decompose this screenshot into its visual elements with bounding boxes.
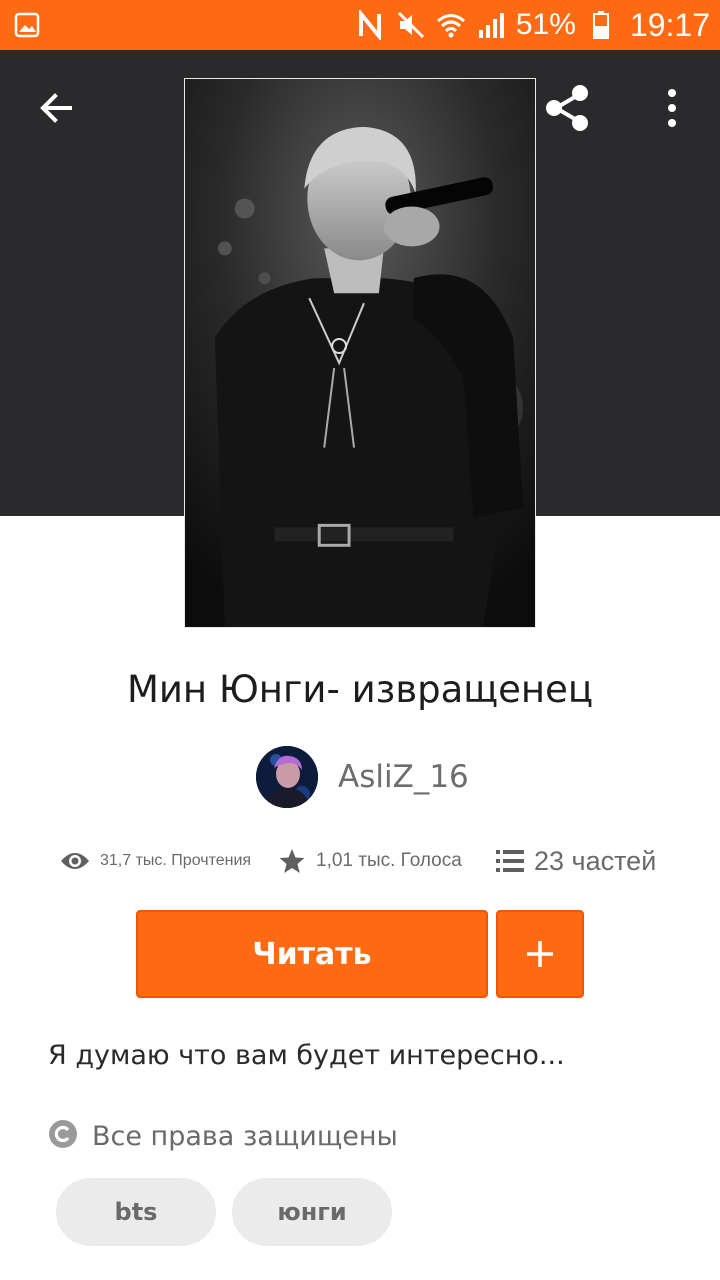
- more-vert-icon: [668, 89, 676, 127]
- list-icon: [496, 849, 524, 873]
- eye-icon: [60, 850, 90, 872]
- avatar[interactable]: [256, 746, 318, 808]
- tag-chip[interactable]: bts: [56, 1178, 216, 1246]
- more-options-button[interactable]: [648, 80, 696, 136]
- story-stats: 31,7 тыс. Прочтения 1,01 тыс. Голоса 23 …: [60, 838, 680, 884]
- copyright-text: Все права защищены: [92, 1120, 398, 1152]
- gallery-icon: [14, 12, 40, 38]
- copyright-icon: [48, 1119, 78, 1154]
- status-bar: 51% 19:17: [0, 0, 720, 50]
- copyright-notice: Все права защищены: [48, 1118, 398, 1154]
- story-title: Мин Юнги- извращенец: [126, 668, 594, 711]
- votes-count: 1,01 тыс. Голоса: [316, 850, 462, 871]
- read-button[interactable]: Читать: [136, 910, 488, 998]
- mute-icon: [396, 10, 426, 40]
- parts-stat[interactable]: 23 частей: [496, 838, 656, 884]
- arrow-left-icon: [40, 93, 72, 123]
- battery-percent: 51%: [515, 8, 576, 41]
- tag-chip[interactable]: юнги: [232, 1178, 392, 1246]
- parts-count: 23 частей: [534, 845, 657, 876]
- author-link[interactable]: AsliZ_16: [256, 746, 469, 808]
- nfc-icon: [356, 10, 386, 40]
- share-button[interactable]: [540, 80, 596, 136]
- wifi-icon: [436, 10, 466, 40]
- signal-icon: [476, 10, 506, 40]
- back-button[interactable]: [32, 84, 80, 132]
- clock: 19:17: [629, 6, 710, 43]
- share-icon: [546, 85, 588, 131]
- story-description: Я думаю что вам будет интересно...: [48, 1040, 565, 1071]
- reads-stat: 31,7 тыс. Прочтения: [60, 838, 251, 884]
- votes-stat: 1,01 тыс. Голоса: [278, 838, 462, 884]
- plus-icon: [527, 941, 553, 967]
- add-to-library-button[interactable]: [496, 910, 584, 998]
- battery-icon: [586, 10, 616, 40]
- author-name[interactable]: AsliZ_16: [338, 759, 469, 795]
- story-cover-image[interactable]: [184, 78, 536, 628]
- reads-count: 31,7 тыс. Прочтения: [100, 852, 252, 869]
- star-icon: [278, 847, 306, 875]
